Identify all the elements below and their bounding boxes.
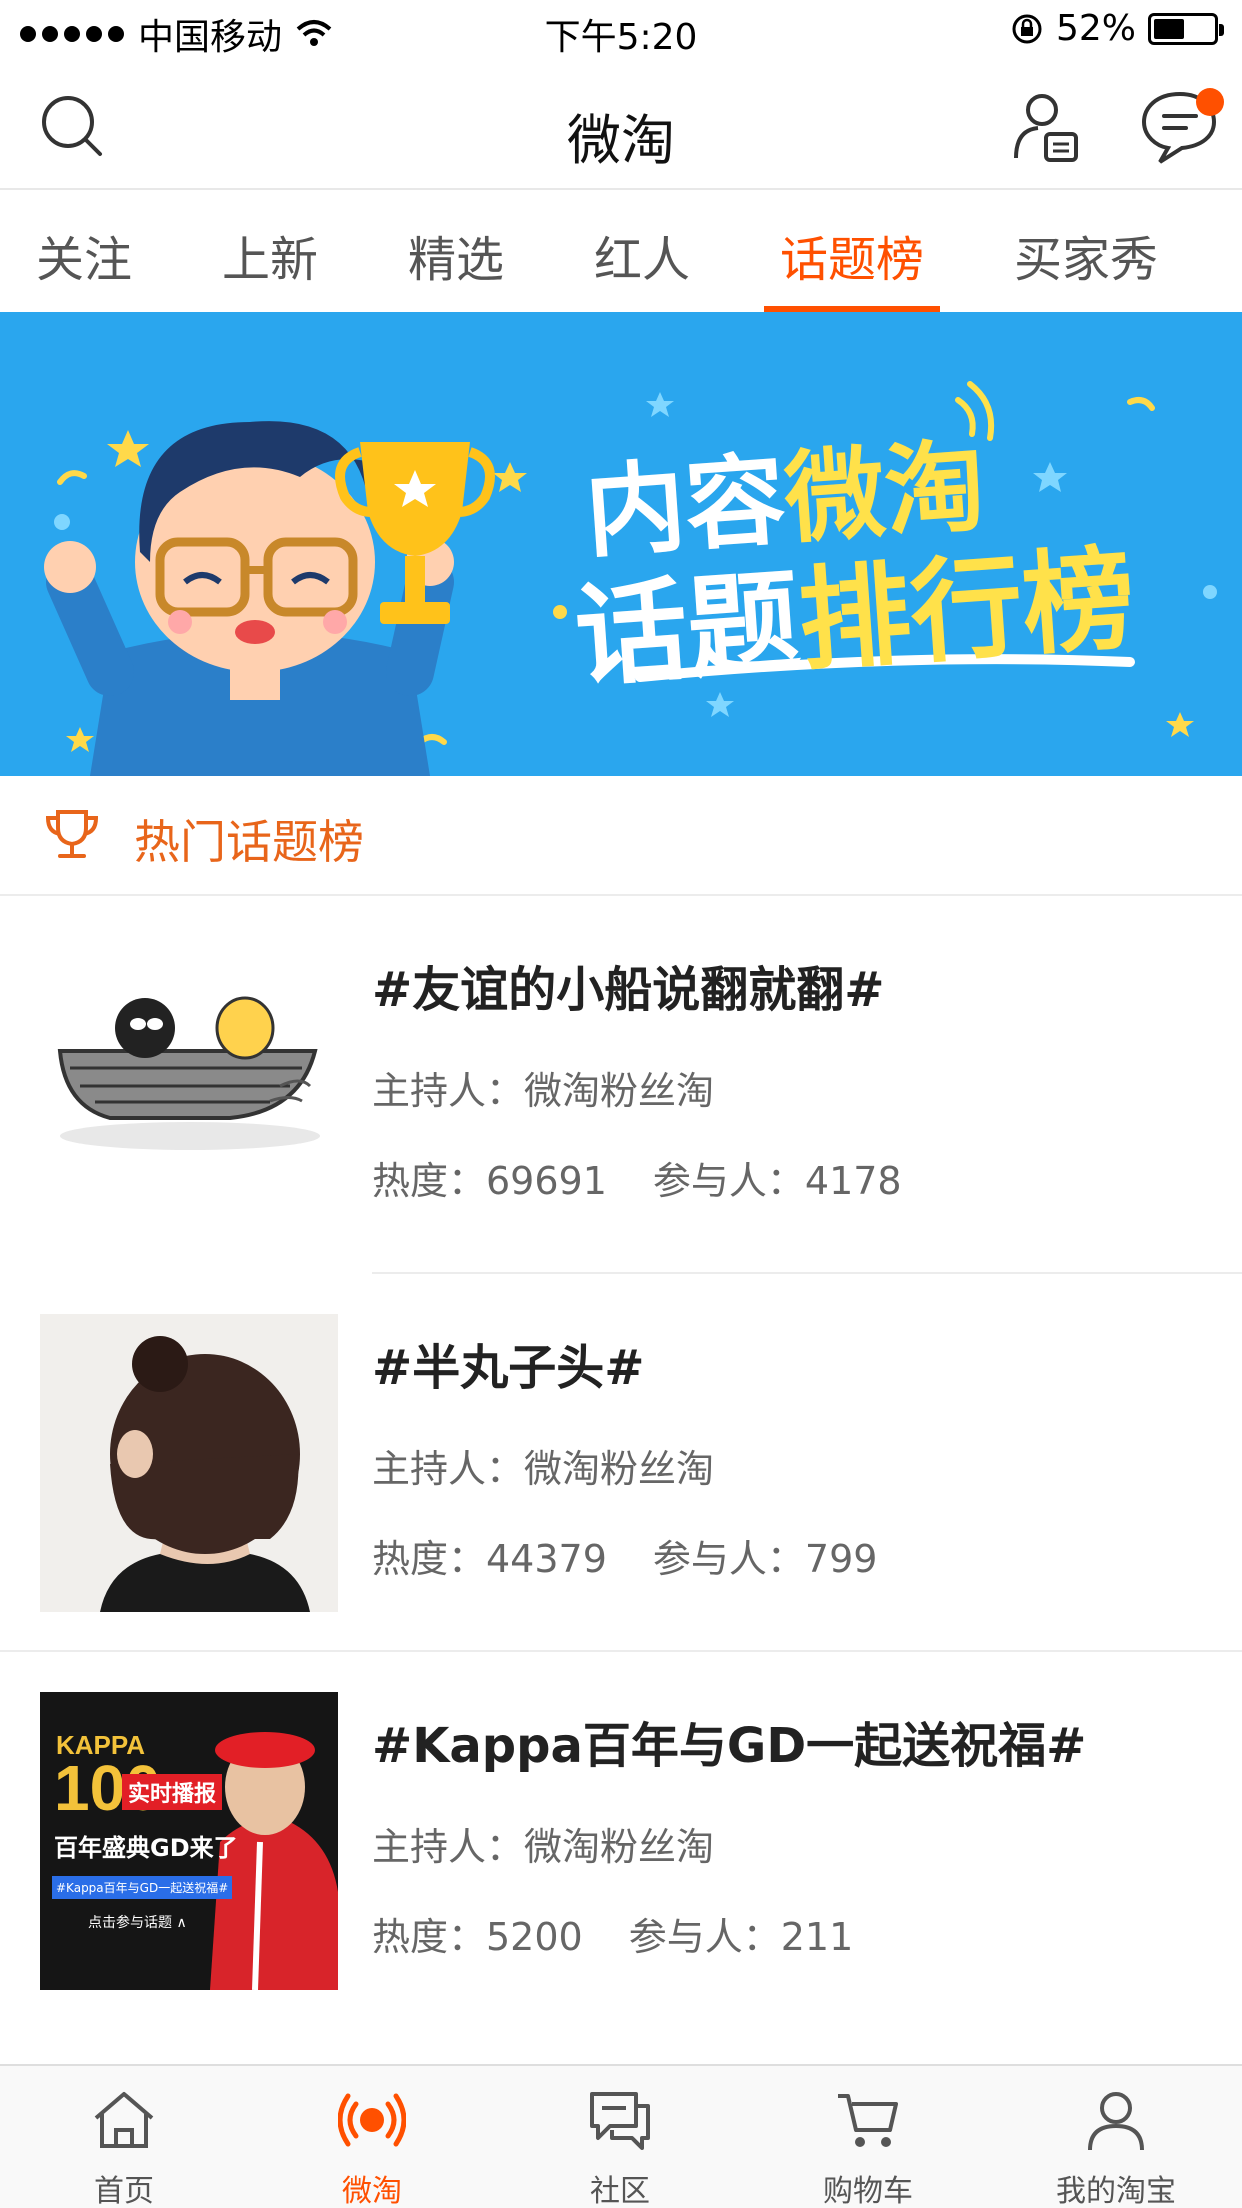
topic-stats: 热度：69691 参与人：4178 [372, 1150, 902, 1205]
tab-buyer-show[interactable]: 买家秀 [1014, 220, 1158, 290]
nav-label: 我的淘宝 [1056, 2174, 1176, 2208]
tab-featured[interactable]: 精选 [408, 220, 504, 290]
topic-item[interactable]: #半丸子头# 主持人：微淘粉丝淘 热度：44379 参与人：799 [0, 1274, 1242, 1652]
topic-host: 主持人：微淘粉丝淘 [372, 1825, 715, 1869]
home-icon [94, 2092, 154, 2148]
tab-bar: 关注 上新 精选 红人 话题榜 买家秀 [0, 190, 1242, 312]
tab-topic-ranking[interactable]: 话题榜 [780, 220, 924, 290]
status-bar: 中国移动 下午5:20 52% [0, 0, 1242, 62]
status-right: 52% [1010, 8, 1224, 49]
topic-heat: 热度：5200 [372, 1915, 583, 1959]
topic-thumbnail [40, 1314, 338, 1612]
section-title: 热门话题榜 [134, 815, 364, 869]
battery-percent: 52% [1055, 8, 1136, 49]
topic-host: 主持人：微淘粉丝淘 [372, 1447, 715, 1491]
topic-participants: 参与人：4178 [652, 1159, 902, 1203]
topic-thumbnail: KAPPA 100TH 实时播报 百年盛典GD来了 #Kappa百年与GD一起送… [40, 1692, 338, 1990]
tab-new[interactable]: 上新 [222, 220, 318, 290]
nav-label: 社区 [590, 2174, 650, 2208]
topic-stats: 热度：5200 参与人：211 [372, 1906, 853, 1961]
profile-card-icon[interactable] [1008, 88, 1084, 164]
topic-item[interactable]: #友谊的小船说翻就翻# 主持人：微淘粉丝淘 热度：69691 参与人：4178 [0, 896, 1242, 1274]
topic-title: #半丸子头# [372, 1340, 645, 1396]
hot-topics-header: 热门话题榜 [0, 776, 1242, 896]
community-chat-icon [590, 2092, 650, 2150]
nav-label: 微淘 [342, 2174, 402, 2208]
nav-weitao[interactable]: 微淘 [248, 2066, 496, 2208]
topic-participants: 参与人：799 [652, 1537, 878, 1581]
topic-participants: 参与人：211 [628, 1915, 854, 1959]
topic-heat: 热度：69691 [372, 1159, 607, 1203]
nav-label: 首页 [94, 2174, 154, 2208]
nav-cart[interactable]: 购物车 [744, 2066, 992, 2208]
nav-community[interactable]: 社区 [496, 2066, 744, 2208]
thumb-cta: 点击参与话题 ∧ [88, 1915, 187, 1931]
bottom-nav: 首页 微淘 社区 购物车 我的淘宝 [0, 2064, 1242, 2208]
topic-title: #Kappa百年与GD一起送祝福# [372, 1718, 1087, 1774]
topic-heat: 热度：44379 [372, 1537, 607, 1581]
topic-host: 主持人：微淘粉丝淘 [372, 1069, 715, 1113]
trophy-icon [45, 810, 99, 858]
app-header: 微淘 [0, 62, 1242, 190]
tab-follow[interactable]: 关注 [36, 220, 132, 290]
broadcast-icon [338, 2093, 406, 2147]
battery-icon [1148, 12, 1224, 45]
topic-title: #友谊的小船说翻就翻# [372, 962, 885, 1018]
topic-item[interactable]: KAPPA 100TH 实时播报 百年盛典GD来了 #Kappa百年与GD一起送… [0, 1652, 1242, 2030]
nav-home[interactable]: 首页 [0, 2066, 248, 2208]
nav-label: 购物车 [823, 2174, 913, 2208]
topic-thumbnail [40, 936, 338, 1234]
message-notification-dot [1196, 88, 1224, 116]
user-icon [1088, 2092, 1144, 2151]
orientation-lock-icon [1012, 14, 1042, 43]
tab-influencers[interactable]: 红人 [594, 220, 690, 290]
cart-icon [838, 2094, 898, 2147]
thumb-badge: 实时播报 [122, 1774, 223, 1810]
thumb-tag: #Kappa百年与GD一起送祝福# [52, 1876, 233, 1899]
nav-my-taobao[interactable]: 我的淘宝 [992, 2066, 1240, 2208]
thumb-headline: 百年盛典GD来了 [54, 1834, 238, 1862]
topic-ranking-banner[interactable]: 内容微淘 话题排行榜 [0, 312, 1242, 776]
topic-stats: 热度：44379 参与人：799 [372, 1528, 877, 1583]
